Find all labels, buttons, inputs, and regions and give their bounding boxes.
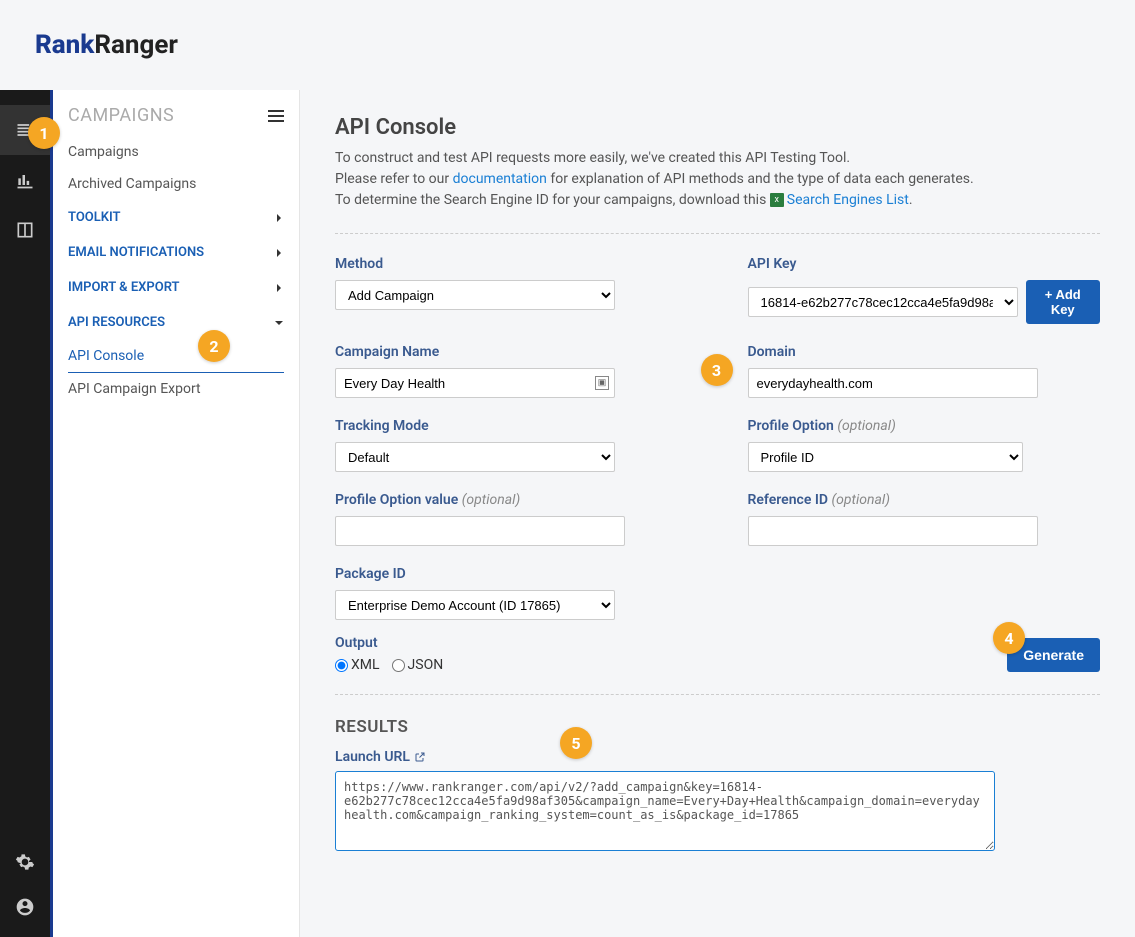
campaign-name-label: Campaign Name [335, 344, 688, 360]
rail-reports-icon[interactable] [0, 155, 50, 205]
reference-id-input[interactable] [748, 516, 1038, 546]
hamburger-icon[interactable] [268, 110, 284, 122]
profile-option-field: Profile Option (optional) Profile ID [748, 418, 1101, 472]
callout-1: 1 [28, 117, 60, 149]
sidebar-item-api-console[interactable]: API Console [68, 340, 284, 373]
domain-field: Domain [748, 344, 1101, 398]
chevron-down-icon [274, 318, 284, 328]
autofill-icon: ▣ [595, 376, 609, 390]
profile-value-label: Profile Option value (optional) [335, 492, 688, 508]
chevron-right-icon [274, 213, 284, 223]
campaign-name-field: Campaign Name ▣ 3 [335, 344, 688, 398]
sidebar-section-email-label: EMAIL NOTIFICATIONS [68, 245, 204, 260]
divider [335, 233, 1100, 234]
intro-line-2: Please refer to our documentation for ex… [335, 169, 1100, 190]
method-label: Method [335, 256, 688, 272]
chevron-right-icon [274, 283, 284, 293]
callout-2: 2 [198, 330, 230, 362]
rail-campaigns-icon[interactable]: 1 [0, 105, 50, 155]
sidebar-section-api-label: API RESOURCES [68, 315, 165, 330]
intro-line-1: To construct and test API requests more … [335, 148, 1100, 169]
sidebar-section-import[interactable]: IMPORT & EXPORT [53, 270, 299, 305]
sidebar-section-api[interactable]: API RESOURCES [53, 305, 299, 340]
sidebar-section-toolkit-label: TOOLKIT [68, 210, 121, 225]
sidebar-item-api-export[interactable]: API Campaign Export [53, 373, 299, 405]
icon-rail: 1 [0, 90, 50, 937]
profile-value-field: Profile Option value (optional) [335, 492, 688, 546]
excel-icon: x [770, 193, 784, 207]
chevron-right-icon [274, 248, 284, 258]
launch-url-textarea[interactable] [335, 771, 995, 851]
sidebar-section-import-label: IMPORT & EXPORT [68, 280, 180, 295]
logo: RankRanger [35, 30, 1100, 60]
domain-input[interactable] [748, 368, 1038, 398]
tracking-label: Tracking Mode [335, 418, 688, 434]
profile-option-select[interactable]: Profile ID [748, 442, 1023, 472]
apikey-label: API Key [748, 256, 1101, 272]
intro-text: To construct and test API requests more … [335, 148, 1100, 211]
rail-user-icon[interactable] [0, 892, 50, 922]
page-title: API Console [335, 115, 1100, 140]
callout-5: 5 [560, 727, 592, 759]
results-title: RESULTS [335, 717, 1100, 737]
profile-value-input[interactable] [335, 516, 625, 546]
sidebar: CAMPAIGNS Campaigns Archived Campaigns T… [50, 90, 300, 937]
external-link-icon[interactable] [414, 751, 426, 763]
profile-option-label: Profile Option (optional) [748, 418, 1101, 434]
callout-4: 4 [993, 622, 1025, 654]
launch-url-label: Launch URL [335, 749, 1100, 765]
rail-panel-icon[interactable] [0, 205, 50, 255]
sidebar-section-toolkit[interactable]: TOOLKIT [53, 200, 299, 235]
documentation-link[interactable]: documentation [453, 171, 547, 187]
package-id-label: Package ID [335, 566, 688, 582]
package-id-select[interactable]: Enterprise Demo Account (ID 17865) [335, 590, 615, 620]
apikey-field: API Key 16814-e62b277c78cec12cca4e5fa9d9… [748, 256, 1101, 324]
method-field: Method Add Campaign [335, 256, 688, 324]
apikey-select[interactable]: 16814-e62b277c78cec12cca4e5fa9d98af [748, 287, 1018, 317]
divider-2 [335, 694, 1100, 695]
add-key-button[interactable]: + Add Key [1026, 280, 1101, 324]
rail-settings-icon[interactable] [0, 847, 50, 877]
sidebar-section-email[interactable]: EMAIL NOTIFICATIONS [53, 235, 299, 270]
package-id-field: Package ID Enterprise Demo Account (ID 1… [335, 566, 688, 620]
reference-id-label: Reference ID (optional) [748, 492, 1101, 508]
campaign-name-input[interactable] [335, 368, 615, 398]
search-engines-link[interactable]: Search Engines List [787, 192, 909, 208]
logo-ranger: Ranger [94, 30, 178, 60]
sidebar-item-archived[interactable]: Archived Campaigns [53, 168, 299, 200]
sidebar-title: CAMPAIGNS [68, 105, 174, 126]
callout-3: 3 [701, 354, 733, 386]
main-content: API Console To construct and test API re… [300, 90, 1135, 937]
reference-id-field: Reference ID (optional) [748, 492, 1101, 546]
app-header: RankRanger [0, 0, 1135, 90]
intro-line-3: To determine the Search Engine ID for yo… [335, 190, 1100, 211]
tracking-select[interactable]: Default [335, 442, 615, 472]
tracking-field: Tracking Mode Default [335, 418, 688, 472]
logo-rank: Rank [35, 30, 94, 60]
sidebar-item-campaigns[interactable]: Campaigns [53, 136, 299, 168]
method-select[interactable]: Add Campaign [335, 280, 615, 310]
domain-label: Domain [748, 344, 1101, 360]
